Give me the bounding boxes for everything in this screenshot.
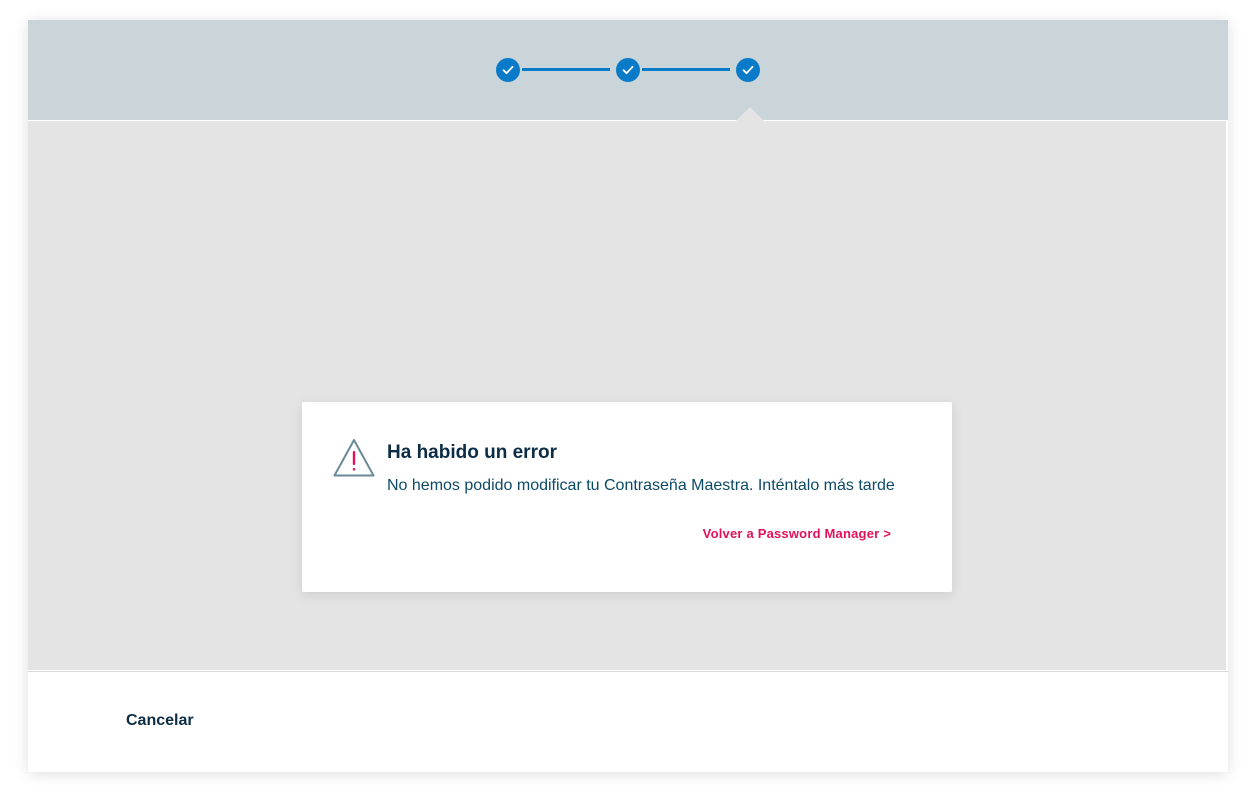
warning-icon (333, 439, 375, 477)
error-title: Ha habido un error (387, 442, 557, 463)
step-connector (522, 68, 610, 71)
wizard-window: Ha habido un error No hemos podido modif… (28, 20, 1228, 772)
stepper (28, 20, 1228, 121)
error-message: No hemos podido modificar tu Contraseña … (387, 477, 895, 494)
cancel-button[interactable]: Cancelar (126, 712, 194, 730)
step-3-completed (736, 58, 760, 82)
content-area: Ha habido un error No hemos podido modif… (28, 121, 1228, 670)
active-step-pointer (736, 107, 764, 121)
check-icon (742, 65, 754, 75)
back-to-password-manager-link[interactable]: Volver a Password Manager > (703, 526, 891, 541)
check-icon (622, 65, 634, 75)
step-1-completed (496, 58, 520, 82)
check-icon (502, 65, 514, 75)
step-2-completed (616, 58, 640, 82)
error-dialog: Ha habido un error No hemos podido modif… (302, 402, 952, 592)
footer-divider (28, 671, 1228, 672)
step-connector (642, 68, 730, 71)
